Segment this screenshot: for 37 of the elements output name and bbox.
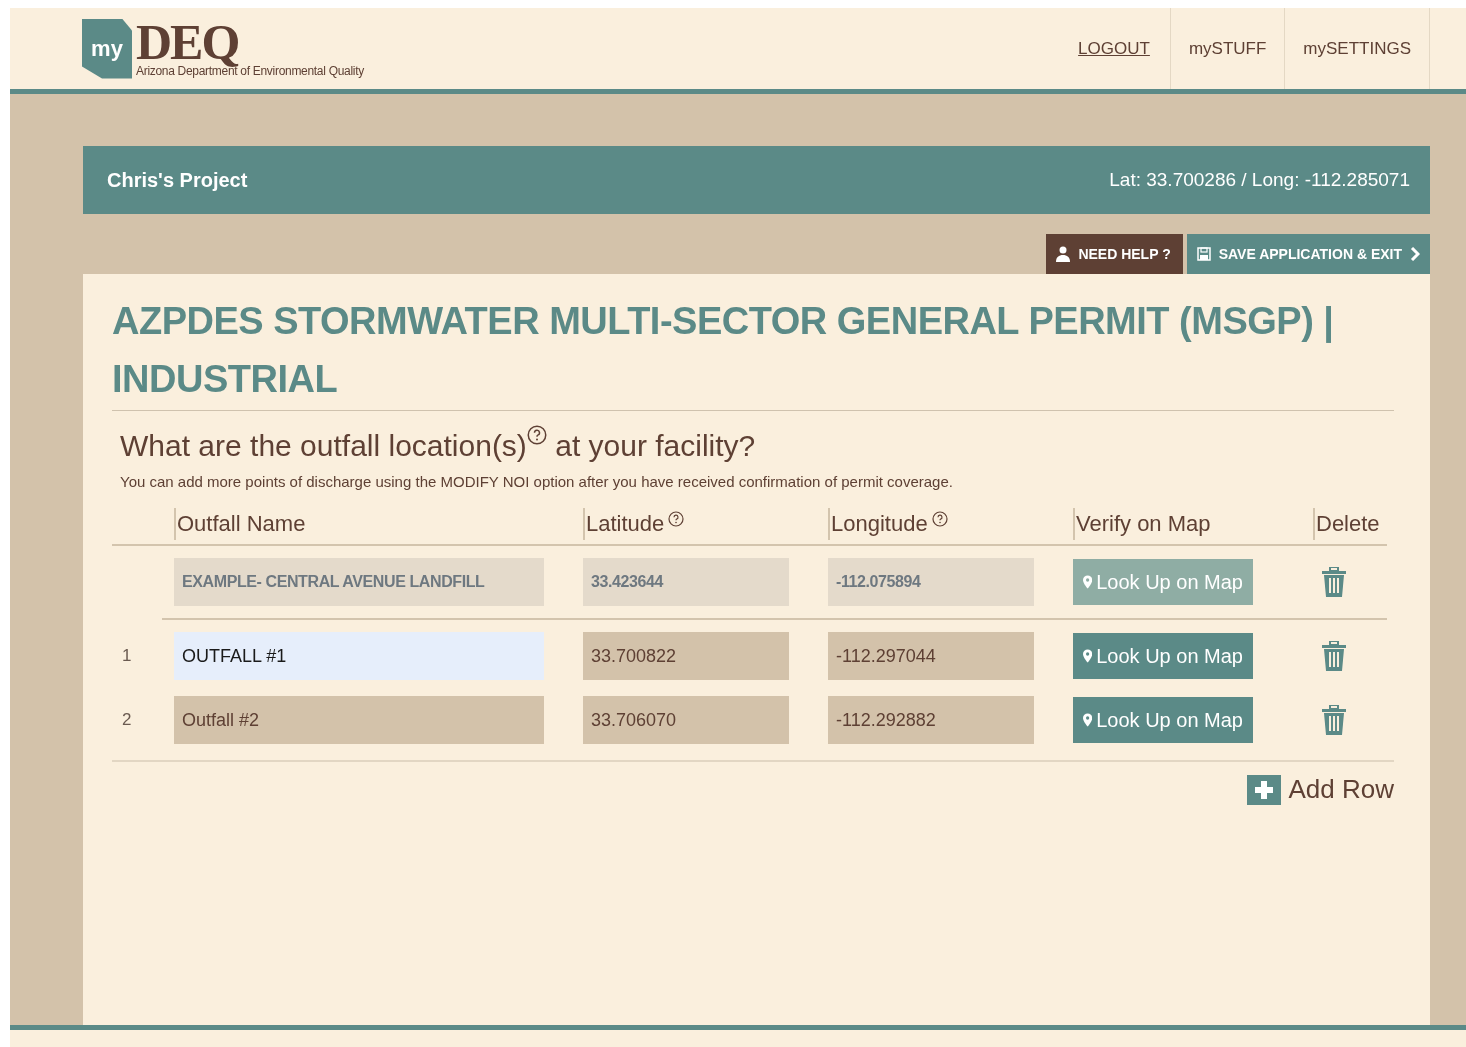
latitude-field[interactable]: 33.700822	[583, 632, 789, 680]
outfall-name-field[interactable]: Outfall #2	[174, 696, 544, 744]
page-title: AZPDES STORMWATER MULTI-SECTOR GENERAL PERMIT (MSGP) | INDUSTRIAL	[112, 292, 1394, 411]
column-header: Outfall Name	[174, 508, 583, 540]
row-number: 2	[121, 710, 133, 730]
trash-icon[interactable]	[1321, 641, 1347, 671]
project-coordinates: Lat: 33.700286 / Long: -112.285071	[1109, 169, 1410, 191]
nav-link[interactable]: LOGOUT	[1060, 8, 1171, 89]
row-number: 1	[121, 646, 133, 666]
save-exit-button[interactable]: SAVE APPLICATION & EXIT	[1186, 234, 1430, 274]
person-icon	[1056, 246, 1071, 262]
help-icon[interactable]	[526, 425, 547, 445]
column-header: Latitude	[583, 508, 828, 540]
outfall-name-field[interactable]: OUTFALL #1	[174, 632, 544, 680]
help-icon[interactable]	[668, 511, 685, 527]
nav-link[interactable]: mySETTINGS	[1285, 8, 1430, 89]
save-icon	[1196, 247, 1211, 261]
latitude-field[interactable]: 33.706070	[583, 696, 789, 744]
help-button[interactable]: NEED HELP ?	[1046, 234, 1183, 274]
longitude-field[interactable]: -112.297044	[828, 632, 1034, 680]
trash-icon[interactable]	[1321, 567, 1347, 597]
question-heading: What are the outfall location(s) at your facility?	[120, 425, 1394, 463]
add-row-button[interactable]: Add Row	[1246, 774, 1394, 805]
trash-icon[interactable]	[1321, 705, 1347, 735]
instruction-text: You can add more points of discharge using the MODIFY NOI option after you have received confirmation of permit coverage.	[120, 473, 954, 490]
column-header: Verify on Map	[1073, 508, 1313, 540]
logo-badge: my	[82, 18, 132, 79]
longitude-field[interactable]: -112.292882	[828, 696, 1034, 744]
column-header: Delete	[1313, 508, 1387, 540]
column-header: Longitude	[828, 508, 1073, 540]
map-lookup-button[interactable]: Look Up on Map	[1073, 633, 1253, 679]
chevron-right-icon	[1410, 247, 1420, 261]
map-lookup-button[interactable]: Look Up on Map	[1073, 697, 1253, 743]
nav-link[interactable]: mySTUFF	[1170, 8, 1286, 89]
help-icon[interactable]	[931, 511, 948, 527]
plus-icon	[1246, 774, 1281, 805]
project-title: Chris's Project	[107, 168, 248, 192]
